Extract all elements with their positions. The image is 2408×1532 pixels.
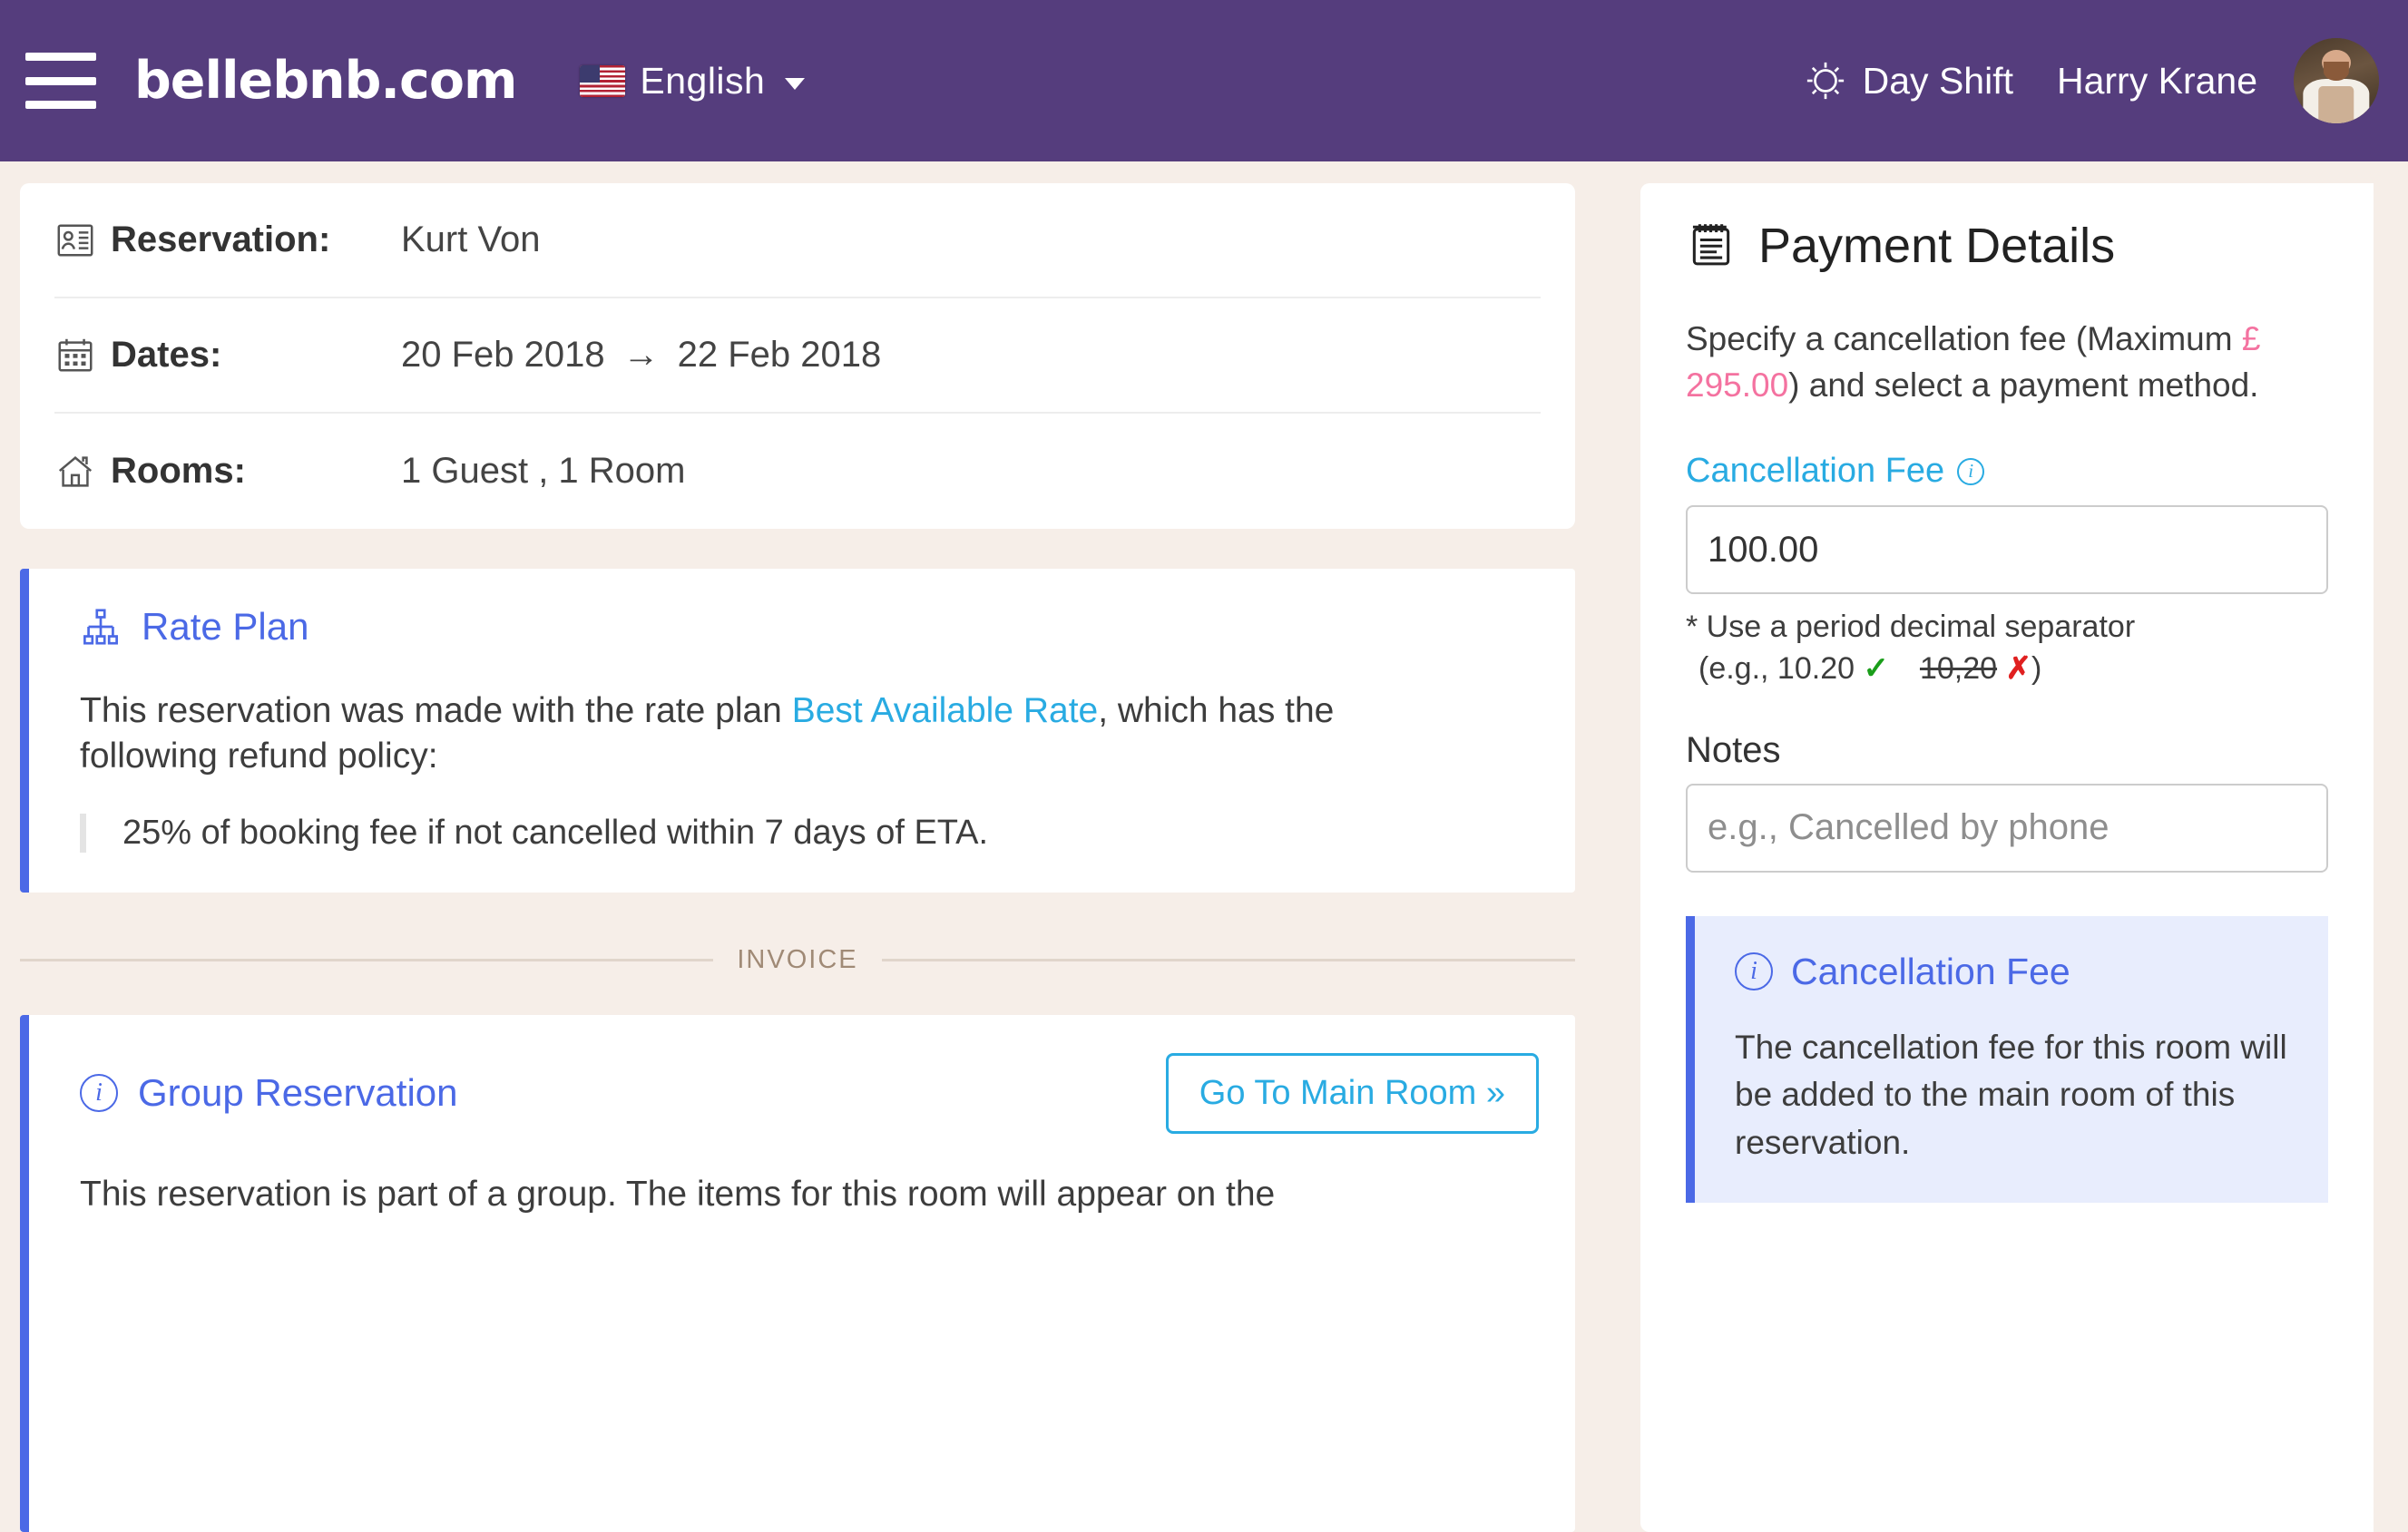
rate-plan-header: Rate Plan (80, 605, 1524, 649)
page-body: Reservation: Kurt Von Dates: 20 Feb 2018… (0, 161, 2408, 1532)
go-to-main-room-button[interactable]: Go To Main Room » (1165, 1052, 1539, 1134)
cancellation-fee-label-text: Cancellation Fee (1686, 452, 1945, 491)
infobox-text: The cancellation fee for this room will … (1735, 1028, 2287, 1161)
decimal-separator-hint: * Use a period decimal separator (e.g., … (1686, 607, 2328, 690)
reservation-row-name: Reservation: Kurt Von (54, 183, 1541, 298)
info-icon: i (80, 1074, 118, 1113)
payment-details-column: Payment Details Specify a cancellation f… (1640, 183, 2374, 1532)
top-navigation-bar: bellebnb.com English Day Shift Harry Kra… (0, 0, 2408, 161)
dates-value: 20 Feb 2018 → 22 Feb 2018 (401, 335, 881, 376)
hamburger-menu-icon[interactable] (25, 53, 96, 109)
cancellation-fee-infobox: i Cancellation Fee The cancellation fee … (1686, 915, 2328, 1204)
dates-label: Dates: (111, 335, 222, 375)
hint-bad-example: 10,20 (1919, 650, 1998, 686)
reservation-row-rooms: Rooms: 1 Guest , 1 Room (54, 414, 1541, 529)
infobox-header: i Cancellation Fee (1735, 951, 2295, 993)
payment-desc-before: Specify a cancellation fee (Maximum (1686, 320, 2242, 357)
group-reservation-header: i Group Reservation (80, 1071, 458, 1115)
payment-details-header: Payment Details (1686, 218, 2328, 274)
rate-plan-link[interactable]: Best Available Rate (792, 691, 1099, 730)
hint-close-paren: ) (2031, 650, 2042, 686)
hint-example-open: (e.g., 10.20 (1698, 650, 1855, 686)
check-icon: ✓ (1863, 650, 1889, 686)
top-bar-right-group: Day Shift Harry Krane (1805, 38, 2379, 123)
invoice-divider: INVOICE (20, 945, 1575, 975)
rate-plan-text-before: This reservation was made with the rate … (80, 691, 792, 730)
notes-label: Notes (1686, 729, 1781, 770)
id-card-icon (54, 220, 111, 261)
reservation-summary-card: Reservation: Kurt Von Dates: 20 Feb 2018… (20, 183, 1575, 529)
hamburger-bar (25, 76, 96, 85)
cancellation-fee-label: Cancellation Fee i (1686, 452, 2328, 491)
cancellation-fee-input[interactable] (1686, 505, 2328, 595)
invoice-divider-label: INVOICE (737, 944, 858, 974)
payment-description: Specify a cancellation fee (Maximum £ 29… (1686, 316, 2328, 408)
divider-line-left (20, 958, 714, 961)
hamburger-bar (25, 53, 96, 61)
payment-details-panel: Payment Details Specify a cancellation f… (1640, 183, 2374, 1532)
main-content-column: Reservation: Kurt Von Dates: 20 Feb 2018… (20, 183, 1575, 1532)
chevron-down-icon (785, 77, 806, 90)
info-icon: i (1735, 952, 1773, 991)
brand-logo[interactable]: bellebnb.com (134, 51, 517, 111)
calendar-icon (54, 335, 111, 376)
cross-icon: ✗ (2005, 650, 2032, 686)
language-label: English (640, 59, 766, 102)
sitemap-icon (83, 609, 118, 645)
rate-plan-description: This reservation was made with the rate … (80, 688, 1423, 779)
rate-plan-card: Rate Plan This reservation was made with… (20, 569, 1575, 893)
group-reservation-card: i Group Reservation Go To Main Room » Th… (20, 1014, 1575, 1532)
hint-line-1: * Use a period decimal separator (1686, 610, 2136, 645)
checkin-date: 20 Feb 2018 (401, 335, 605, 375)
group-reservation-header-row: i Group Reservation Go To Main Room » (80, 1052, 1539, 1134)
house-icon (54, 451, 111, 493)
checkout-date: 22 Feb 2018 (677, 335, 882, 375)
reservation-row-dates: Dates: 20 Feb 2018 → 22 Feb 2018 (54, 298, 1541, 414)
user-name-label[interactable]: Harry Krane (2057, 60, 2257, 102)
refund-policy-quote: 25% of booking fee if not cancelled with… (80, 813, 1524, 853)
day-shift-label: Day Shift (1862, 59, 2013, 102)
notes-input[interactable] (1686, 783, 2328, 873)
rooms-label: Rooms: (111, 451, 246, 491)
page-title: Payment Details (1758, 219, 2116, 273)
reservation-label: Reservation: (111, 220, 331, 259)
payment-desc-after: ) and select a payment method. (1788, 366, 2259, 405)
group-reservation-text: This reservation is part of a group. The… (80, 1174, 1276, 1214)
sun-icon (1806, 62, 1844, 100)
hamburger-bar (25, 101, 96, 109)
day-shift-button[interactable]: Day Shift (1805, 60, 2013, 102)
info-icon[interactable]: i (1957, 457, 1985, 485)
arrow-icon: → (622, 335, 660, 375)
rooms-value: 1 Guest , 1 Room (401, 451, 686, 491)
us-flag-icon (580, 64, 626, 97)
infobox-title: Cancellation Fee (1791, 950, 2070, 992)
group-reservation-title: Group Reservation (138, 1071, 458, 1115)
reservation-guest-name: Kurt Von (401, 220, 541, 259)
notepad-icon (1692, 224, 1730, 266)
language-selector[interactable]: English (580, 59, 806, 102)
avatar[interactable] (2294, 38, 2379, 123)
rate-plan-title: Rate Plan (142, 605, 309, 648)
divider-line-right (881, 958, 1575, 961)
